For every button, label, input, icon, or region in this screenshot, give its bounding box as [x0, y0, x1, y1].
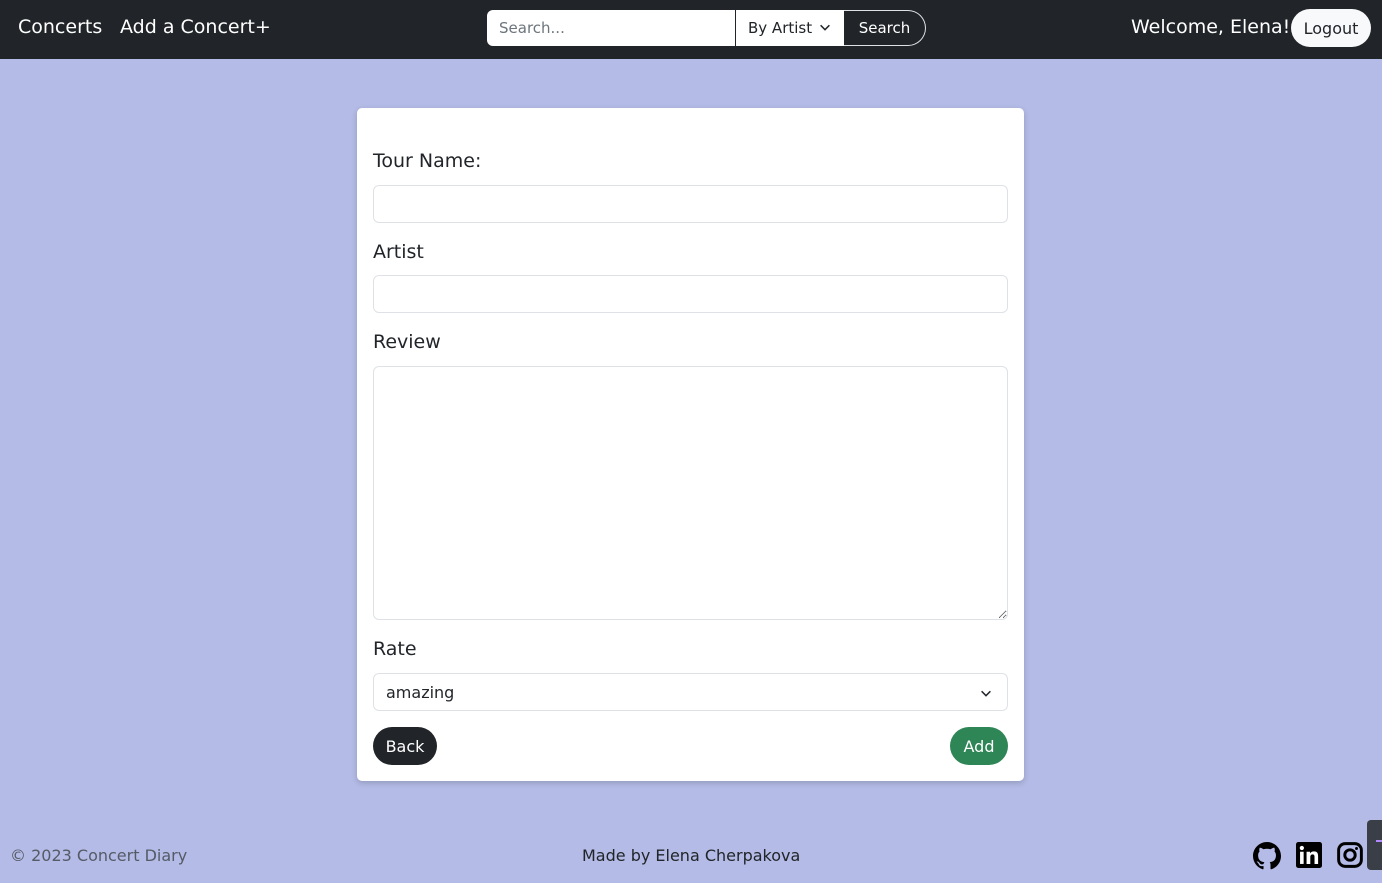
artist-input[interactable] — [373, 275, 1008, 313]
side-panel-toggle[interactable] — [1367, 820, 1382, 870]
search-input[interactable] — [487, 10, 736, 46]
chevron-down-icon — [820, 24, 830, 31]
made-by-text: Made by Elena Cherpakova — [582, 846, 801, 865]
instagram-icon[interactable] — [1337, 842, 1365, 870]
review-textarea[interactable] — [373, 366, 1008, 620]
rate-label: Rate — [373, 638, 417, 660]
search-group: By Artist Search — [487, 10, 926, 46]
add-button[interactable]: Add — [950, 727, 1008, 765]
navbar: Concerts Add a Concert+ By Artist Search… — [0, 0, 1382, 59]
search-button[interactable]: Search — [844, 10, 926, 46]
nav-link-add-concert[interactable]: Add a Concert+ — [120, 14, 271, 40]
chevron-down-icon — [981, 690, 991, 697]
github-icon[interactable] — [1253, 842, 1281, 870]
tour-name-label: Tour Name: — [373, 150, 482, 172]
artist-label: Artist — [373, 241, 424, 263]
search-filter-select[interactable]: By Artist — [736, 10, 844, 46]
tour-name-input[interactable] — [373, 185, 1008, 223]
review-label: Review — [373, 331, 441, 353]
search-filter-value: By Artist — [748, 19, 813, 37]
rate-select[interactable]: amazing — [373, 673, 1008, 711]
welcome-text: Welcome, Elena! — [1131, 16, 1291, 38]
logout-button[interactable]: Logout — [1291, 9, 1371, 47]
copyright-text: © 2023 Concert Diary — [10, 846, 188, 865]
side-panel-arrow-icon — [1376, 840, 1382, 842]
linkedin-icon[interactable] — [1296, 842, 1324, 870]
nav-link-concerts[interactable]: Concerts — [18, 14, 102, 40]
back-button[interactable]: Back — [373, 727, 437, 765]
add-concert-form: Tour Name: Artist Review Rate amazing Ba… — [357, 108, 1024, 781]
rate-selected-value: amazing — [386, 682, 455, 702]
